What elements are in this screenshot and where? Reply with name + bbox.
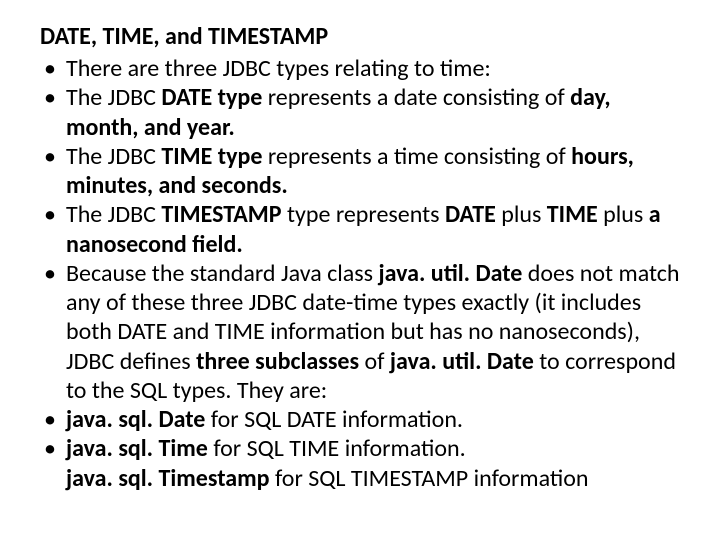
- bullet-bold: DATE: [445, 200, 501, 229]
- bullet-item: The JDBC TIME type represents a time con…: [40, 142, 680, 201]
- bullet-text: for SQL TIMESTAMP information: [275, 464, 589, 493]
- bullet-list: There are three JDBC types relating to t…: [40, 54, 680, 464]
- bullet-text: plus: [501, 200, 547, 229]
- bullet-item: The JDBC DATE type represents a date con…: [40, 83, 680, 142]
- bullet-bold: TIMESTAMP: [161, 200, 287, 229]
- bullet-text: represents a time consisting of: [268, 142, 571, 171]
- bullet-item: Because the standard Java class java. ut…: [40, 259, 680, 405]
- bullet-text: type represents: [287, 200, 445, 229]
- bullet-item: java. sql. Date for SQL DATE information…: [40, 405, 680, 434]
- bullet-bold: java. sql. Timestamp: [66, 464, 275, 493]
- bullet-item: The JDBC TIMESTAMP type represents DATE …: [40, 200, 680, 259]
- bullet-bold: java. util. Date: [378, 259, 527, 288]
- bullet-text: The JDBC: [66, 200, 161, 229]
- slide: DATE, TIME, and TIMESTAMP There are thre…: [0, 0, 720, 540]
- slide-heading: DATE, TIME, and TIMESTAMP: [40, 22, 680, 52]
- bullet-text: The JDBC: [66, 142, 161, 171]
- bullet-item: java. sql. Time for SQL TIME information…: [40, 434, 680, 463]
- bullet-item: There are three JDBC types relating to t…: [40, 54, 680, 83]
- bullet-bold: TIME type: [161, 142, 267, 171]
- bullet-bold: java. util. Date: [390, 347, 539, 376]
- bullet-text: of: [365, 347, 390, 376]
- bullet-text: for SQL DATE information.: [211, 405, 463, 434]
- bullet-text: There are three JDBC types relating to t…: [66, 54, 491, 83]
- bullet-bold: java. sql. Date: [66, 405, 211, 434]
- bullet-bold: three subclasses: [196, 347, 364, 376]
- bullet-bold: DATE type: [161, 83, 267, 112]
- bullet-text: The JDBC: [66, 83, 161, 112]
- bullet-bold: java. sql. Time: [66, 434, 213, 463]
- continuation-line: java. sql. Timestamp for SQL TIMESTAMP i…: [40, 464, 680, 493]
- bullet-text: plus: [603, 200, 649, 229]
- bullet-text: represents a date consisting of: [268, 83, 570, 112]
- bullet-text: for SQL TIME information.: [213, 434, 465, 463]
- bullet-text: Because the standard Java class: [66, 259, 378, 288]
- bullet-bold: TIME: [547, 200, 603, 229]
